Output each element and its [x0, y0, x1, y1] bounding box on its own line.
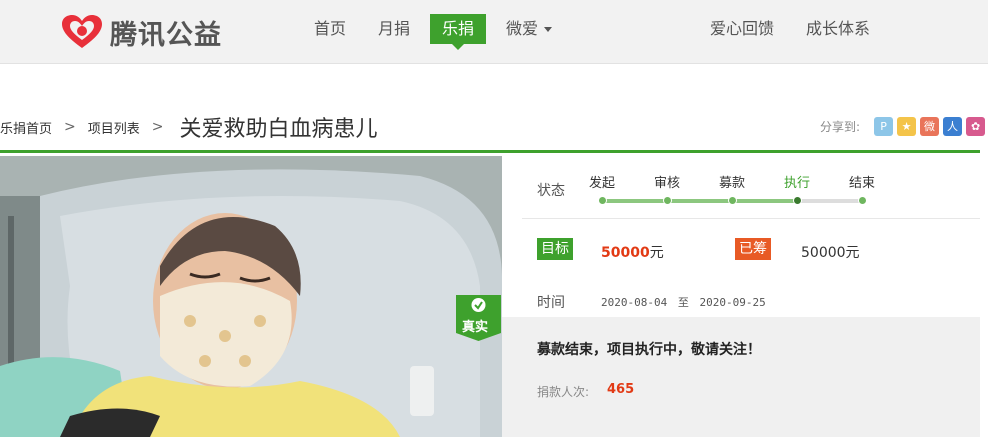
heart-logo-icon	[62, 15, 102, 48]
start-date: 2020-08-04	[601, 296, 668, 309]
currency: 元	[649, 245, 664, 261]
nav-lejuan[interactable]: 乐捐	[430, 14, 487, 50]
qzone-icon[interactable]: ★	[897, 117, 917, 136]
top-nav-bar: 腾讯公益 首页 月捐 乐捐 微爱 爱心回馈 成长体系	[0, 0, 988, 64]
step-end: 结束	[848, 176, 875, 191]
project-photo	[0, 156, 502, 437]
pengyou-icon[interactable]: P	[874, 117, 894, 136]
progress-track-done	[602, 199, 797, 203]
divider	[522, 218, 980, 219]
progress-track-rest	[797, 199, 862, 203]
renren-icon[interactable]: 人	[943, 117, 963, 136]
nav-growth[interactable]: 成长体系	[794, 14, 882, 44]
step-dot	[663, 196, 672, 205]
status-label: 状态	[537, 183, 565, 199]
raised-tag: 已筹	[735, 238, 771, 260]
project-panel: 真实 状态 发起 审核 募款 执行 结束 目标 50000元 已筹 50000元…	[0, 150, 980, 437]
step-dot-current	[793, 196, 802, 205]
breadcrumb-project-list[interactable]: 项目列表	[88, 118, 140, 137]
step-execute: 执行	[783, 176, 810, 191]
target-tag: 目标	[537, 238, 573, 260]
end-date: 2020-09-25	[699, 296, 766, 309]
date-range: 2020-08-04 至 2020-09-25	[601, 294, 766, 310]
nav-home[interactable]: 首页	[302, 14, 358, 44]
raised-value: 50000	[801, 245, 846, 261]
nav-weiai-label: 微爱	[506, 19, 539, 38]
step-review: 审核	[653, 176, 680, 191]
date-separator: 至	[677, 296, 689, 309]
donors-count: 465	[607, 382, 635, 397]
main-nav: 首页 月捐 乐捐 微爱	[302, 14, 572, 50]
weibo-icon[interactable]: 微	[920, 117, 940, 136]
logo[interactable]: 腾讯公益	[60, 14, 222, 51]
progress-steps: 发起 审核 募款 执行 结束	[587, 172, 887, 212]
breadcrumb-lejuan-home[interactable]: 乐捐首页	[0, 118, 52, 137]
step-fundraise: 募款	[718, 176, 745, 191]
target-value: 50000	[601, 245, 650, 261]
breadcrumb: 乐捐首页 > 项目列表 > 关爱救助白血病患儿	[0, 112, 378, 142]
chevron-right-icon: >	[64, 119, 76, 135]
donors-label: 捐款人次:	[537, 385, 590, 399]
nav-monthly[interactable]: 月捐	[366, 14, 422, 44]
page-title: 关爱救助白血病患儿	[179, 117, 378, 142]
status-message: 募款结束，项目执行中，敬请关注！	[537, 342, 761, 358]
secondary-nav: 爱心回馈 成长体系	[698, 14, 890, 44]
raised-amount: 50000元	[801, 242, 860, 262]
project-info: 状态 发起 审核 募款 执行 结束 目标 50000元 已筹 50000元 时间…	[502, 156, 980, 437]
step-dot	[858, 196, 867, 205]
share-bar: 分享到: P ★ 微 人 ✿	[820, 117, 986, 136]
status-box: 募款结束，项目执行中，敬请关注！ 捐款人次: 465	[502, 317, 980, 437]
logo-text: 腾讯公益	[110, 19, 222, 51]
nav-rewards[interactable]: 爱心回馈	[698, 14, 786, 44]
time-label: 时间	[537, 295, 565, 311]
patient-photo-image	[0, 156, 502, 437]
share-label: 分享到:	[820, 120, 861, 134]
verified-badge-label: 真实	[462, 320, 489, 335]
chevron-down-icon	[544, 27, 553, 32]
step-launch: 发起	[588, 176, 615, 191]
step-dot	[728, 196, 737, 205]
target-amount: 50000元	[601, 242, 664, 262]
currency: 元	[845, 245, 860, 261]
kaixin-icon[interactable]: ✿	[966, 117, 986, 136]
step-dot	[598, 196, 607, 205]
chevron-right-icon: >	[151, 119, 164, 135]
nav-weiai[interactable]: 微爱	[494, 14, 564, 44]
